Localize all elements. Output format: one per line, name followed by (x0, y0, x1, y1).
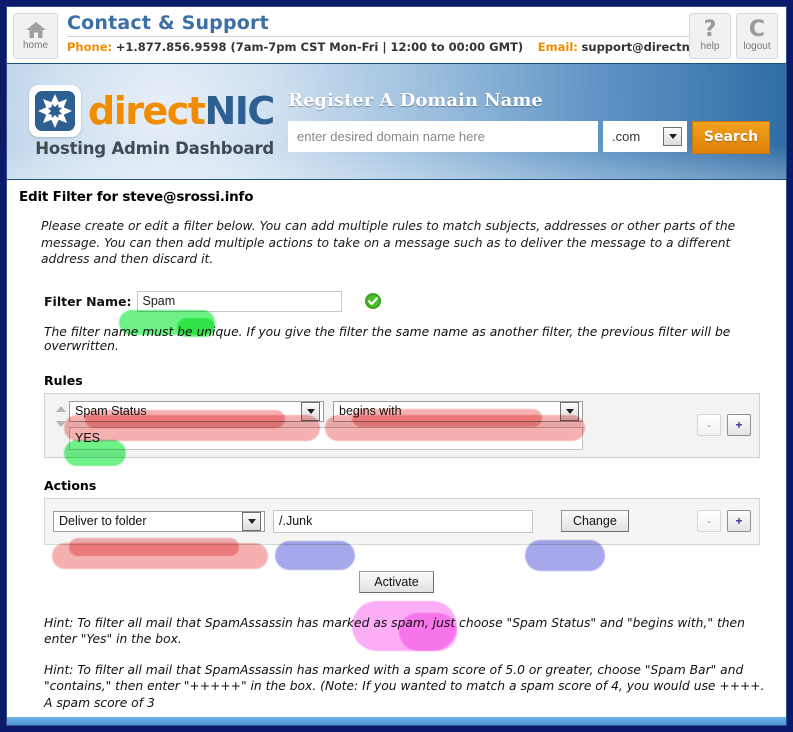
tld-select-value: .com (612, 128, 641, 144)
directnic-starburst-icon (29, 85, 81, 137)
actions-section-label: Actions (44, 477, 97, 493)
home-button[interactable]: home (13, 13, 58, 59)
add-rule-button[interactable]: + (727, 414, 751, 436)
tld-select[interactable]: .com (603, 120, 687, 152)
help-button-label: help (700, 41, 720, 52)
green-check-icon (364, 292, 382, 310)
rules-panel: Spam Status begins with YES - + (44, 392, 760, 458)
intro-text: Please create or edit a filter below. Yo… (41, 219, 736, 266)
chevron-down-icon (663, 126, 682, 146)
logo-word-direct: direct (88, 89, 206, 133)
rule-row-controls: - + (687, 414, 751, 436)
add-action-button[interactable]: + (727, 510, 751, 532)
domain-register-widget: Register A Domain Name enter desired dom… (288, 90, 770, 154)
action-type-value: Deliver to folder (59, 514, 147, 528)
rule-operator-select[interactable]: begins with (333, 400, 583, 422)
refresh-circle-icon: C (748, 17, 766, 42)
move-up-icon[interactable] (56, 405, 66, 412)
action-value-text: /.Junk (279, 514, 313, 528)
help-button[interactable]: ? help (689, 13, 731, 59)
filter-name-input[interactable]: Spam (137, 290, 343, 312)
hint-text: Hint: To filter all mail that SpamAssass… (44, 615, 745, 647)
register-domain-row: enter desired domain name here .com Sear… (288, 120, 770, 154)
filter-name-row: Filter Name: Spam (44, 290, 774, 312)
topbar-actions: ? help C logout (689, 13, 778, 59)
filter-name-note: The filter name must be unique. If you g… (44, 324, 731, 353)
browser-page: home Contact & Support Phone: +1.877.856… (6, 6, 787, 726)
logo-word-nic: NIC (204, 89, 275, 133)
remove-action-button[interactable]: - (697, 510, 721, 532)
search-button[interactable]: Search (692, 120, 770, 154)
rule-value-input[interactable]: YES (69, 426, 583, 450)
phone-label: Phone: (67, 40, 113, 54)
domain-search-input[interactable]: enter desired domain name here (288, 120, 598, 152)
home-button-label: home (22, 40, 48, 51)
contact-title: Contact & Support (67, 12, 269, 34)
move-down-icon[interactable] (56, 420, 66, 427)
email-label: Email: (537, 40, 578, 54)
logout-button[interactable]: C logout (736, 13, 778, 59)
activate-row: Activate (19, 570, 774, 593)
register-domain-title: Register A Domain Name (288, 89, 543, 111)
logout-button-label: logout (743, 41, 771, 52)
rule-condition-value: Spam Status (75, 404, 147, 418)
change-folder-button[interactable]: Change (561, 510, 629, 532)
hints-section: Hint: To filter all mail that SpamAssass… (44, 615, 776, 712)
rule-selectors: Spam Status begins with (69, 400, 687, 422)
rule-reorder-controls[interactable] (53, 401, 69, 427)
action-type-select[interactable]: Deliver to folder (53, 510, 265, 532)
remove-rule-button[interactable]: - (697, 414, 721, 436)
rule-fields: Spam Status begins with YES (69, 400, 687, 450)
filter-name-label: Filter Name: (44, 293, 132, 309)
contact-info: Contact & Support Phone: +1.877.856.9598… (67, 12, 732, 54)
question-mark-icon: ? (703, 17, 717, 42)
hint-text: Hint: To filter all mail that SpamAssass… (44, 662, 765, 710)
logo-wordmark: directNIC (88, 89, 275, 133)
actions-panel: Deliver to folder /.Junk Change - + (44, 497, 760, 545)
logo-row: directNIC (29, 85, 275, 137)
site-banner: directNIC Hosting Admin Dashboard Regist… (7, 63, 786, 180)
rules-section-label: Rules (44, 372, 83, 388)
chevron-down-icon (301, 401, 320, 421)
phone-value: +1.877.856.9598 (7am-7pm CST Mon-Fri | 1… (115, 40, 524, 54)
page-frame: home Contact & Support Phone: +1.877.856… (0, 0, 793, 732)
rule-condition-select[interactable]: Spam Status (69, 400, 324, 422)
main-content: Edit Filter for steve@srossi.info Please… (7, 180, 786, 725)
contact-support-bar: home Contact & Support Phone: +1.877.856… (7, 7, 786, 63)
footer-strip (7, 717, 786, 725)
chevron-down-icon (242, 511, 261, 531)
action-value-input[interactable]: /.Junk (273, 509, 533, 533)
action-row-controls: - + (687, 510, 751, 532)
chevron-down-icon (560, 401, 579, 421)
contact-details: Phone: +1.877.856.9598 (7am-7pm CST Mon-… (67, 40, 732, 54)
home-icon (25, 21, 47, 39)
page-title: Edit Filter for steve@srossi.info (19, 189, 254, 205)
divider (67, 36, 697, 37)
brand-logo[interactable]: directNIC Hosting Admin Dashboard (29, 85, 275, 158)
rule-value-text: YES (75, 431, 101, 445)
activate-button[interactable]: Activate (359, 570, 434, 593)
logo-subtitle: Hosting Admin Dashboard (35, 139, 274, 158)
rule-operator-value: begins with (339, 404, 402, 418)
